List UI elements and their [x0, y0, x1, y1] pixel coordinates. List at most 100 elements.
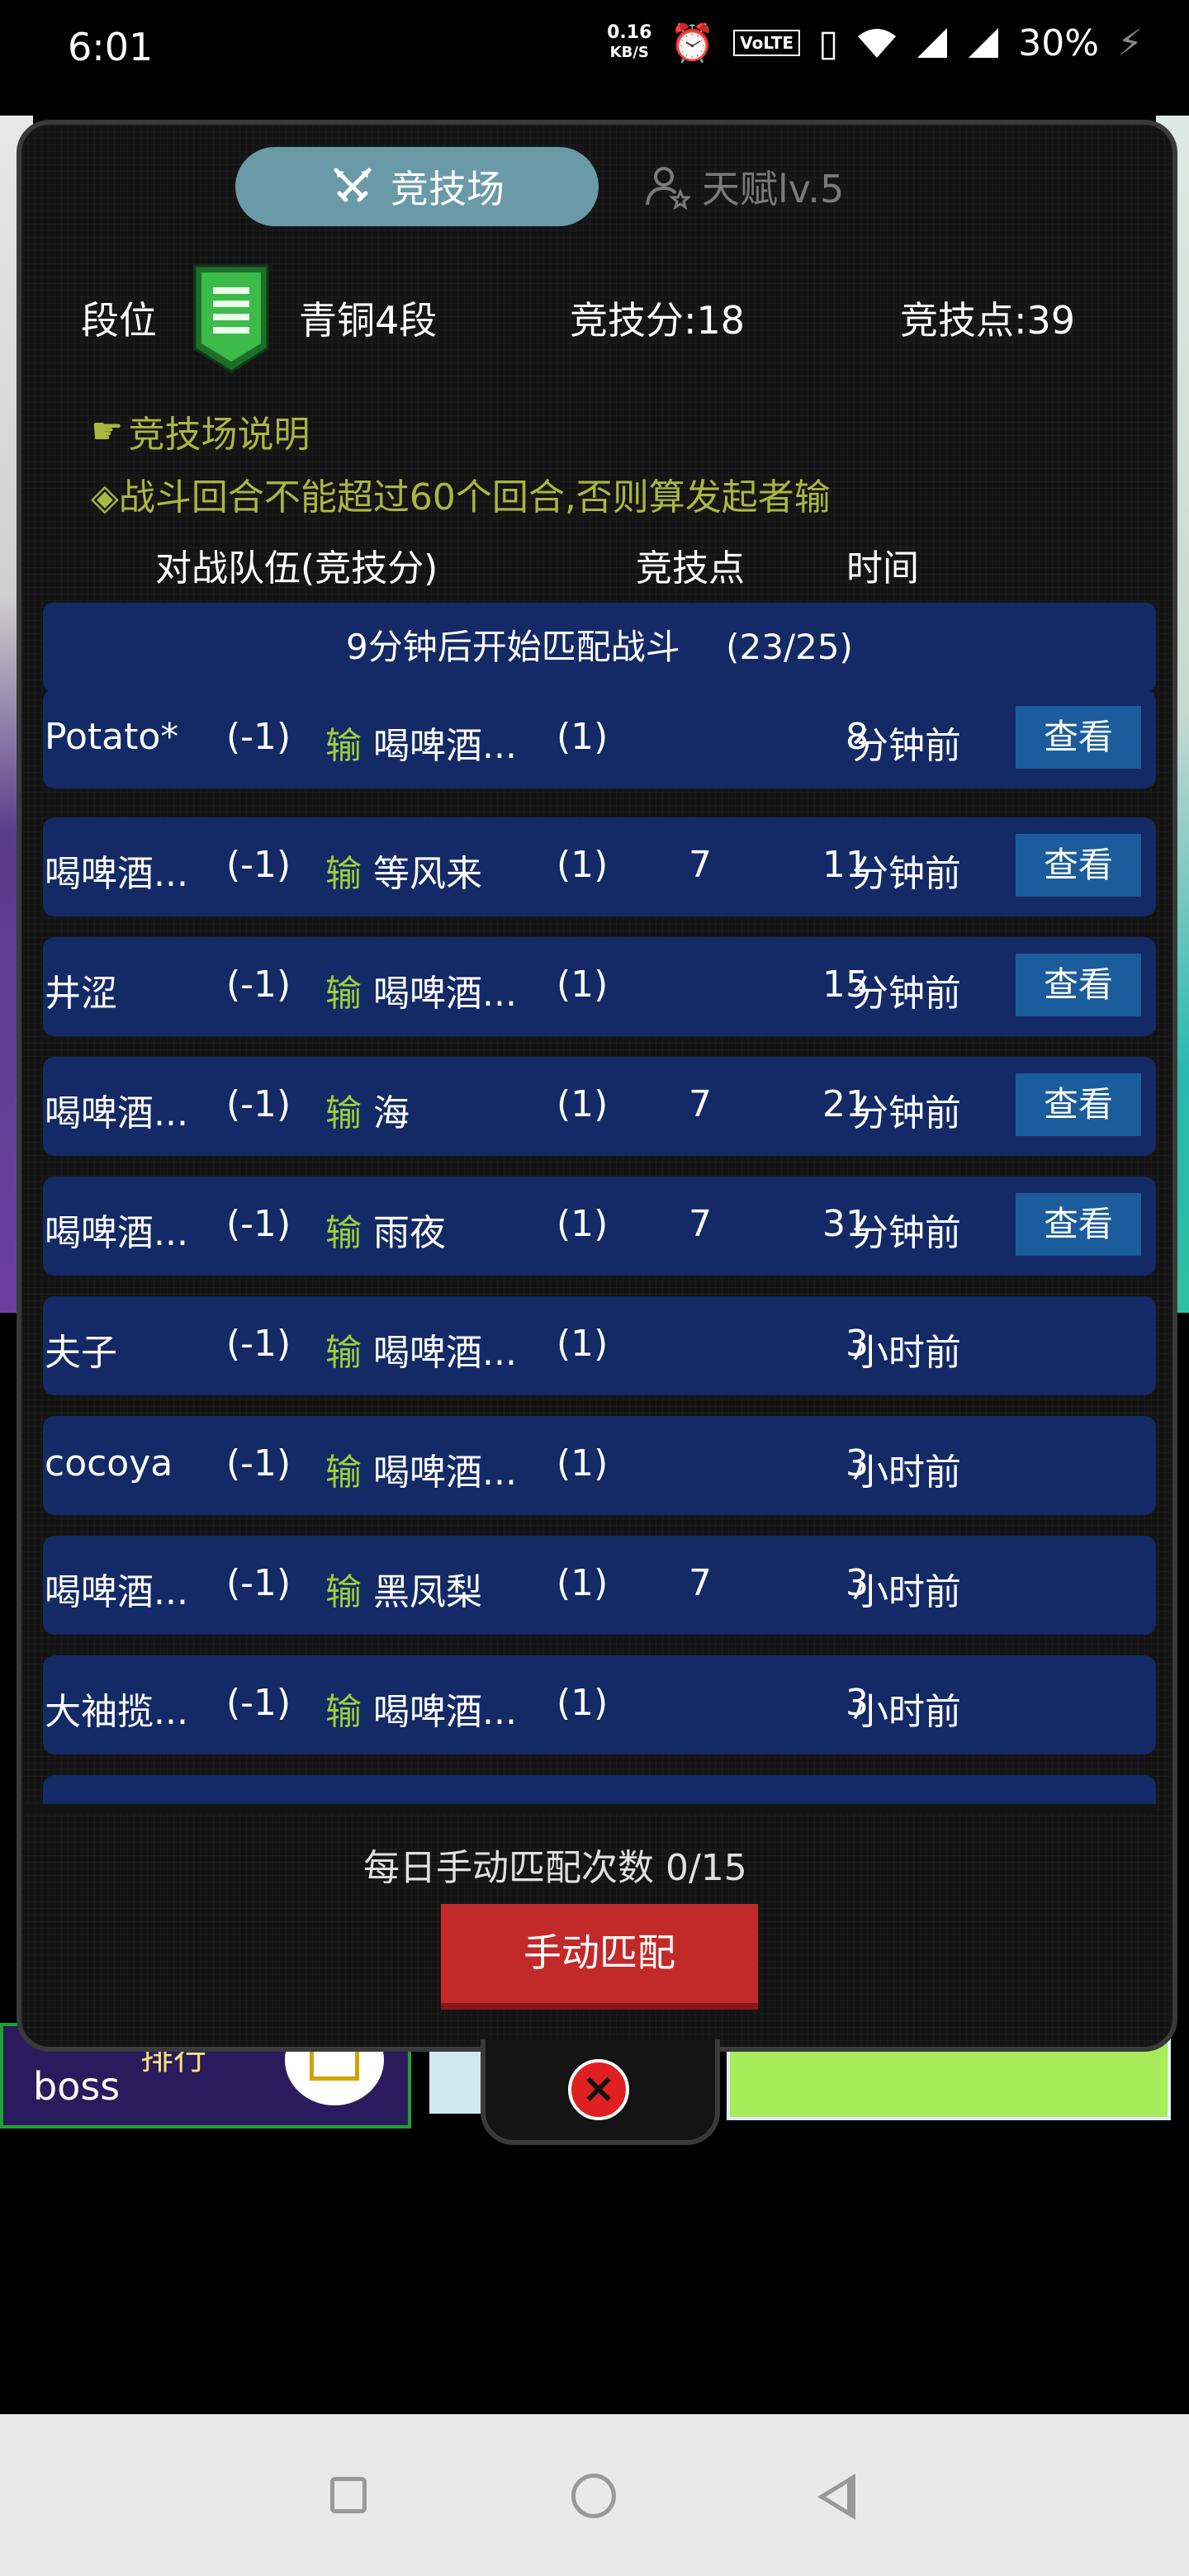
table-row: 夫子 (-1) 输喝啤酒... (1) 3 小时前	[43, 1296, 1156, 1395]
tab-talent-label: 天赋lv.5	[702, 167, 845, 211]
row-team-name: 喝啤酒...	[45, 1571, 188, 1613]
view-replay-button[interactable]: 查看	[1016, 834, 1141, 897]
table-row: 椪先从(-1)输喝啤酒...(1)3小时前	[43, 1775, 1156, 1804]
row-opponent-delta: (1)	[557, 964, 609, 1006]
row-opponent-name: 喝啤酒...	[373, 1691, 517, 1733]
row-result: 输	[325, 1092, 362, 1134]
view-replay-button[interactable]: 查看	[1016, 1073, 1141, 1136]
row-result: 输	[325, 725, 362, 767]
battery-text: 30%	[1018, 21, 1100, 64]
row-opponent-name: 等风来	[373, 853, 482, 895]
rank-name: 青铜4段	[299, 298, 438, 343]
close-icon[interactable]: ×	[568, 2059, 629, 2120]
row-team-name: Potato*	[45, 716, 179, 758]
table-row: 井涩 (-1) 输喝啤酒... (1) 15 分钟前 查看	[43, 937, 1156, 1036]
arena-explain-label: 竞技场说明	[128, 414, 310, 456]
row-result: 输	[325, 1212, 362, 1254]
table-row: 喝啤酒... (-1) 输雨夜 (1) 7 31 分钟前 查看	[43, 1177, 1156, 1276]
row-team-name: 夫子	[45, 1332, 117, 1374]
row-opponent-name: 喝啤酒...	[373, 973, 517, 1015]
row-score-delta: (-1)	[226, 964, 291, 1006]
battle-rule-text: ◈战斗回合不能超过60个回合,否则算发起者输	[91, 476, 831, 519]
row-score-delta: (-1)	[226, 844, 291, 886]
row-result: 输	[325, 1571, 362, 1613]
row-opponent-delta: (1)	[557, 1562, 609, 1604]
view-replay-button[interactable]: 查看	[1016, 706, 1141, 769]
battle-list[interactable]: 9分钟后开始匹配战斗 (23/25) Potato* (-1) 输喝啤酒... (1)…	[43, 603, 1156, 1804]
person-star-icon	[646, 167, 690, 210]
column-header-team: 对战队伍(竞技分)	[155, 547, 438, 590]
row-opponent-name: 雨夜	[373, 1212, 446, 1254]
table-row: cocoya (-1) 输喝啤酒... (1) 3 小时前	[43, 1416, 1156, 1515]
row-time-unit: 分钟前	[852, 725, 961, 767]
row-opponent-delta: (1)	[557, 844, 609, 886]
table-row: Potato* (-1) 输喝啤酒... (1) 8 分钟前 查看	[43, 689, 1156, 788]
row-points: 7	[689, 1083, 712, 1125]
row-time-unit: 分钟前	[852, 1092, 961, 1134]
row-result: 输	[325, 1451, 362, 1494]
table-row: 喝啤酒... (-1) 输等风来 (1) 7 11 分钟前 查看	[43, 817, 1156, 916]
row-time-unit: 分钟前	[852, 853, 961, 895]
row-points: 7	[689, 844, 712, 886]
row-score-delta: (-1)	[226, 1323, 291, 1365]
row-time-unit: 分钟前	[852, 973, 961, 1015]
row-time-unit: 小时前	[852, 1451, 961, 1494]
row-score-delta: (-1)	[226, 1083, 291, 1125]
table-row: 大袖揽... (-1) 输喝啤酒... (1) 3 小时前	[43, 1655, 1156, 1754]
arena-score: 竞技分:18	[570, 298, 746, 343]
signal-icon	[917, 28, 948, 58]
row-opponent-delta: (1)	[557, 1083, 609, 1125]
boss-label: boss	[33, 2064, 121, 2109]
back-icon-inner	[826, 2484, 847, 2510]
volte-icon: VoLTE	[733, 30, 801, 56]
wifi-icon	[858, 29, 897, 58]
row-score-delta: (-1)	[226, 1682, 291, 1724]
tab-arena-label: 竞技场	[391, 167, 504, 211]
row-score-delta: (-1)	[226, 1562, 291, 1604]
tab-talent[interactable]: 天赋lv.5	[644, 147, 941, 226]
arena-points: 竞技点:39	[900, 298, 1076, 343]
table-row: 喝啤酒... (-1) 输海 (1) 7 21 分钟前 查看	[43, 1057, 1156, 1156]
crossed-swords-icon	[334, 168, 372, 202]
row-time-unit: 小时前	[852, 1332, 961, 1374]
row-opponent-name: 海	[373, 1092, 410, 1134]
manual-match-button[interactable]: 手动匹配	[441, 1904, 758, 2010]
row-team-name: 喝啤酒...	[45, 1092, 188, 1134]
table-row: 喝啤酒... (-1) 输黑凤梨 (1) 7 3 小时前	[43, 1536, 1156, 1635]
pointing-hand-icon: ☛	[91, 410, 124, 452]
row-opponent-delta: (1)	[557, 1442, 609, 1485]
row-time-unit: 小时前	[852, 1691, 961, 1733]
daily-match-count: 每日手动匹配次数 0/15	[363, 1847, 747, 1889]
list-divider	[25, 1804, 1156, 1812]
row-time-unit: 分钟前	[852, 1212, 961, 1254]
row-points: 7	[689, 1562, 712, 1604]
rank-badge-icon	[193, 264, 269, 373]
signal-icon-2	[969, 28, 999, 58]
row-opponent-delta: (1)	[557, 1203, 609, 1245]
tab-arena[interactable]: 竞技场	[235, 147, 599, 226]
row-team-name: 喝啤酒...	[45, 853, 188, 895]
recent-apps-icon[interactable]	[330, 2477, 367, 2513]
row-opponent-name: 黑凤梨	[373, 1571, 482, 1613]
alarm-icon: ⏰	[670, 22, 716, 64]
row-result: 输	[325, 1332, 362, 1374]
row-result: 输	[325, 1691, 362, 1733]
row-score-delta: (-1)	[226, 1203, 291, 1245]
view-replay-button[interactable]: 查看	[1016, 1193, 1141, 1256]
column-header-points: 竞技点	[636, 547, 745, 590]
row-points: 7	[689, 1203, 712, 1245]
row-opponent-name: 喝啤酒...	[373, 1332, 517, 1374]
view-replay-button[interactable]: 查看	[1016, 954, 1141, 1016]
home-icon[interactable]	[571, 2474, 616, 2518]
arena-explain-link[interactable]: ☛ 竞技场说明	[91, 405, 310, 457]
rank-label: 段位	[81, 298, 157, 343]
row-score-delta: (-1)	[226, 716, 291, 758]
row-team-name: cocoya	[45, 1442, 173, 1485]
match-countdown-banner: 9分钟后开始匹配战斗 (23/25)	[43, 603, 1156, 692]
row-team-name: 井涩	[45, 973, 117, 1015]
charging-icon: ⚡	[1117, 21, 1143, 64]
row-opponent-delta: (1)	[557, 1323, 609, 1365]
row-opponent-name: 喝啤酒...	[373, 725, 517, 767]
column-header-time: 时间	[846, 547, 919, 590]
status-icons: 0.16 KB/S ⏰ VoLTE ▯ 30% ⚡	[607, 21, 1143, 65]
